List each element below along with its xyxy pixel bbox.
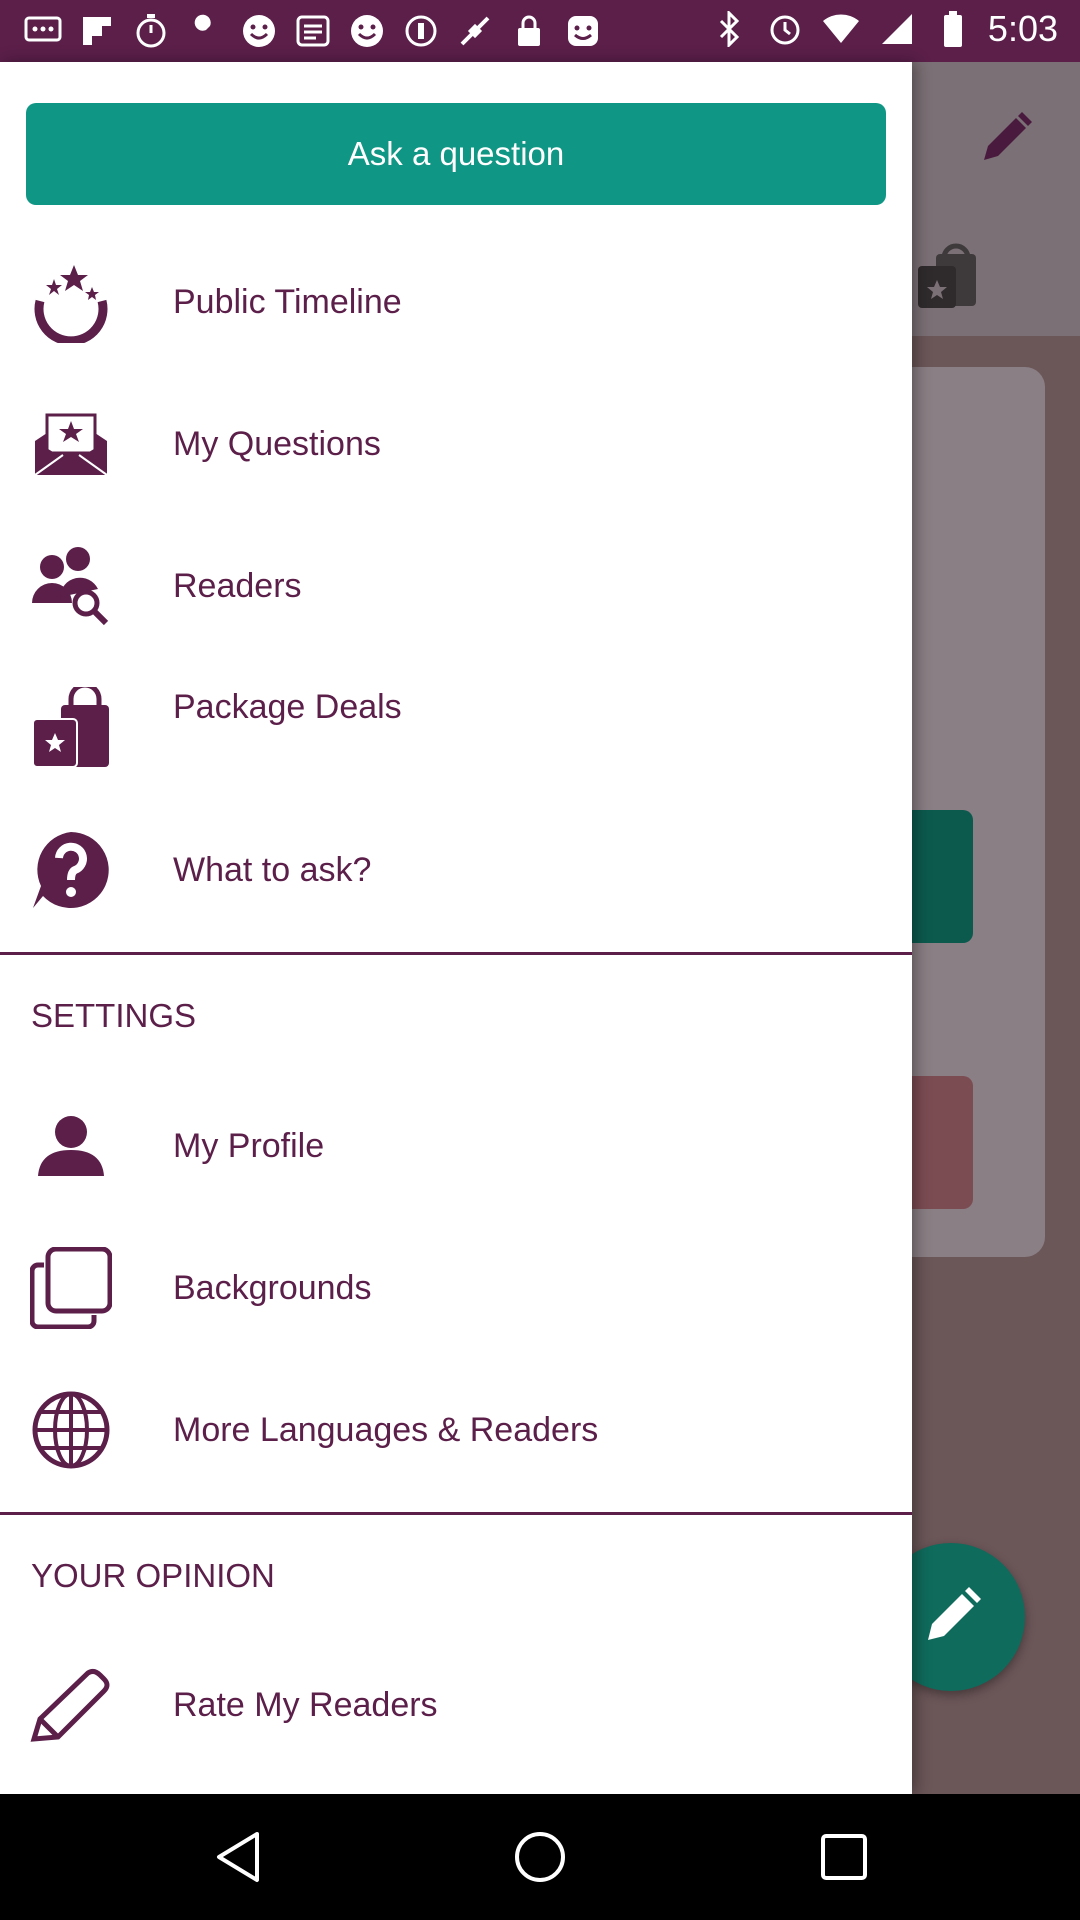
menu-item-what-to-ask[interactable]: What to ask? (0, 799, 912, 941)
wrench-icon (184, 10, 226, 52)
recents-icon (821, 1834, 867, 1880)
menu-item-label: Readers (173, 567, 302, 605)
signal-icon (876, 8, 918, 50)
message-icon (22, 10, 64, 52)
opinion-header: YOUR OPINION (31, 1557, 275, 1594)
circle-icon (400, 10, 442, 52)
back-icon (217, 1832, 259, 1882)
lock-icon (508, 10, 550, 52)
stars-moon-icon (30, 261, 112, 343)
menu-item-label: Public Timeline (173, 283, 402, 321)
stopwatch-icon (130, 10, 172, 52)
home-icon (515, 1832, 565, 1882)
menu-item-label: Package Deals (173, 688, 402, 726)
section-divider (0, 952, 912, 955)
layers-icon (30, 1247, 112, 1329)
recents-button[interactable] (814, 1827, 874, 1887)
menu-item-my-questions[interactable]: My Questions (0, 373, 912, 515)
system-icons: 5:03 (708, 8, 1058, 50)
menu-item-my-profile[interactable]: My Profile (0, 1075, 912, 1217)
fake-gps-icon (454, 10, 496, 52)
app-icon (292, 10, 334, 52)
menu-item-label: Backgrounds (173, 1269, 372, 1307)
menu-item-label: Rate My Readers (173, 1686, 438, 1724)
smiley-icon (238, 10, 280, 52)
flipboard-icon (76, 10, 118, 52)
notification-icons (22, 10, 604, 52)
person-icon (30, 1105, 112, 1187)
menu-item-rate-my-readers[interactable]: Rate My Readers (0, 1634, 912, 1776)
alarm-icon (764, 8, 806, 50)
menu-item-label: More Languages & Readers (173, 1411, 599, 1449)
menu-item-label: What to ask? (173, 851, 372, 889)
menu-item-package-deals[interactable]: Package Deals (0, 657, 912, 799)
navigation-drawer: Ask a question Public Timeline My Questi… (0, 62, 912, 1794)
smiley-icon (346, 10, 388, 52)
envelope-star-icon (30, 403, 112, 485)
section-divider (0, 1512, 912, 1515)
menu-item-label: My Profile (173, 1127, 325, 1165)
home-button[interactable] (510, 1827, 570, 1887)
menu-item-more-languages[interactable]: More Languages & Readers (0, 1359, 912, 1501)
menu-item-public-timeline[interactable]: Public Timeline (0, 231, 912, 373)
shopping-bag-icon (918, 243, 976, 308)
shopping-bags-icon (30, 687, 112, 769)
menu-item-backgrounds[interactable]: Backgrounds (0, 1217, 912, 1359)
smiley-icon (562, 10, 604, 52)
wifi-icon (820, 8, 862, 50)
system-navigation-bar (0, 1794, 1080, 1920)
users-search-icon (30, 545, 112, 627)
clock: 5:03 (987, 8, 1058, 49)
question-bubble-icon (30, 829, 112, 911)
menu-item-label: My Questions (173, 425, 381, 463)
edit-icon[interactable] (976, 108, 1036, 168)
settings-header: SETTINGS (31, 997, 197, 1034)
ask-question-button[interactable]: Ask a question (26, 103, 886, 205)
globe-icon (30, 1389, 112, 1471)
battery-icon (932, 8, 974, 50)
pencil-icon (928, 1587, 981, 1640)
status-bar: 5:03 (0, 0, 1080, 62)
menu-item-readers[interactable]: Readers (0, 515, 912, 657)
bluetooth-icon (708, 8, 750, 50)
back-button[interactable] (208, 1827, 268, 1887)
pencil-icon (30, 1664, 112, 1746)
